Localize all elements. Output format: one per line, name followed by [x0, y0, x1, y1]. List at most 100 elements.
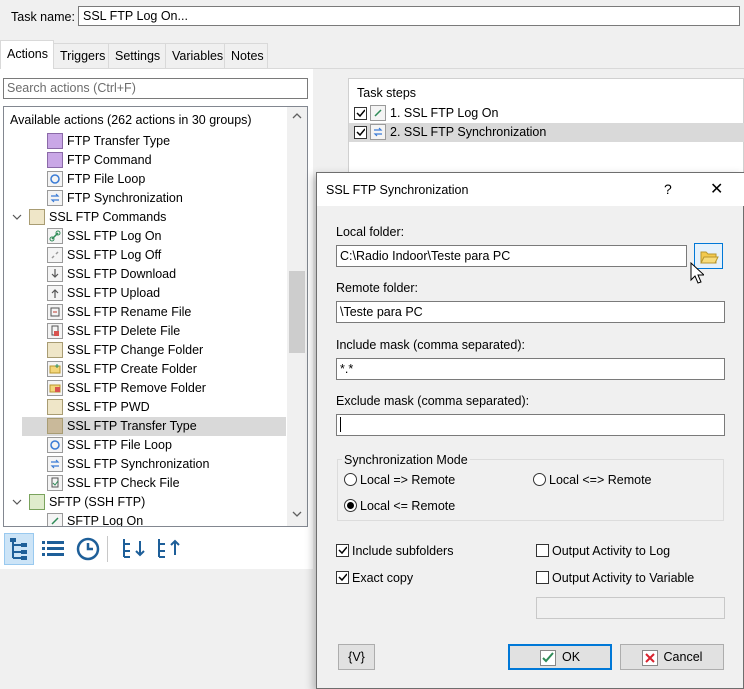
- tree-item-selected[interactable]: SSL FTP Transfer Type: [22, 417, 286, 436]
- tree-item[interactable]: SSL FTP Log Off: [4, 246, 286, 265]
- help-button[interactable]: ?: [664, 181, 672, 197]
- tree-item[interactable]: SSL FTP Rename File: [4, 303, 286, 322]
- download-icon: [47, 266, 63, 282]
- clock-icon: [76, 537, 100, 561]
- tab-triggers[interactable]: Triggers: [53, 43, 109, 68]
- output-variable-input: [536, 597, 725, 619]
- tree-view-icon: [10, 538, 27, 560]
- step-checkbox[interactable]: [354, 126, 367, 139]
- list-view-button[interactable]: [39, 533, 69, 565]
- tree-item[interactable]: SSL FTP Remove Folder: [4, 379, 286, 398]
- tab-variables[interactable]: Variables: [165, 43, 225, 68]
- tab-actions[interactable]: Actions: [0, 40, 54, 69]
- sync-icon: [47, 190, 63, 206]
- ok-label: OK: [561, 650, 581, 664]
- tree-group[interactable]: SSL FTP Commands: [4, 208, 286, 227]
- folder-green-icon: [29, 494, 45, 510]
- tree-item[interactable]: SSL FTP Check File: [4, 474, 286, 493]
- mouse-cursor-icon: [690, 261, 706, 287]
- toolbar-separator: [107, 536, 108, 562]
- cancel-x-icon: [641, 649, 658, 666]
- tree-item[interactable]: SSL FTP Delete File: [4, 322, 286, 341]
- remote-folder-label: Remote folder:: [336, 281, 418, 295]
- step-checkbox[interactable]: [354, 107, 367, 120]
- text-caret: [340, 417, 341, 432]
- output-log-checkbox[interactable]: [536, 544, 549, 557]
- scroll-up-icon[interactable]: [289, 112, 305, 126]
- tree-item[interactable]: SSL FTP Upload: [4, 284, 286, 303]
- chevron-down-icon[interactable]: [12, 212, 22, 222]
- purple-action-icon: [47, 133, 63, 149]
- task-step[interactable]: 1. SSL FTP Log On: [349, 104, 744, 123]
- folder-icon: [29, 209, 45, 225]
- sort-up-icon: [158, 539, 180, 558]
- tree-item[interactable]: SSL FTP Create Folder: [4, 360, 286, 379]
- radio-local-to-remote[interactable]: [344, 473, 357, 486]
- delete-file-icon: [47, 323, 63, 339]
- unlink-icon: [47, 247, 63, 263]
- tree-item[interactable]: FTP File Loop: [4, 170, 286, 189]
- tree-view-button[interactable]: [4, 533, 34, 565]
- include-subfolders-checkbox[interactable]: [336, 544, 349, 557]
- chevron-down-icon[interactable]: [12, 497, 22, 507]
- insert-variable-button[interactable]: {V}: [338, 644, 375, 670]
- include-mask-input[interactable]: *.*: [336, 358, 725, 380]
- upload-icon: [47, 285, 63, 301]
- actions-tree-header: Available actions (262 actions in 30 gro…: [10, 113, 252, 127]
- local-folder-label: Local folder:: [336, 225, 405, 239]
- exact-copy-label: Exact copy: [352, 571, 414, 585]
- tab-settings[interactable]: Settings: [108, 43, 166, 68]
- tree-item[interactable]: SSL FTP PWD: [4, 398, 286, 417]
- task-name-input[interactable]: SSL FTP Log On...: [78, 6, 740, 26]
- sort-down-icon: [123, 539, 145, 558]
- tree-item[interactable]: FTP Synchronization: [4, 189, 286, 208]
- tree-item[interactable]: SSL FTP Synchronization: [4, 455, 286, 474]
- tree-item[interactable]: SSL FTP Log On: [4, 227, 286, 246]
- recent-button[interactable]: [73, 533, 103, 565]
- check-file-icon: [47, 475, 63, 491]
- exclude-mask-input[interactable]: [336, 414, 725, 436]
- local-folder-input[interactable]: C:\Radio Indoor\Teste para PC: [336, 245, 687, 267]
- link-icon: [370, 105, 386, 121]
- tree-item[interactable]: SSL FTP File Loop: [4, 436, 286, 455]
- output-log-label: Output Activity to Log: [552, 544, 671, 558]
- tree-item[interactable]: FTP Transfer Type: [4, 132, 286, 151]
- local-to-remote-label: Local => Remote: [360, 473, 456, 487]
- include-subfolders-label: Include subfolders: [352, 544, 454, 558]
- dialog-title: SSL FTP Synchronization: [326, 183, 469, 197]
- sync-icon: [370, 124, 386, 140]
- tree-group[interactable]: SFTP (SSH FTP): [4, 493, 286, 512]
- remote-folder-input[interactable]: \Teste para PC: [336, 301, 725, 323]
- close-button[interactable]: ✕: [710, 179, 723, 199]
- scrollbar-thumb[interactable]: [289, 271, 305, 353]
- sync-icon: [47, 456, 63, 472]
- loop-icon: [47, 171, 63, 187]
- sort-up-button[interactable]: [153, 533, 183, 565]
- loop-icon: [47, 437, 63, 453]
- scroll-down-icon[interactable]: [289, 510, 305, 524]
- task-steps-header: Task steps: [357, 86, 417, 100]
- tree-item[interactable]: SSL FTP Download: [4, 265, 286, 284]
- radio-remote-to-local[interactable]: [344, 499, 357, 512]
- include-mask-label: Include mask (comma separated):: [336, 338, 525, 352]
- radio-local-both-remote[interactable]: [533, 473, 546, 486]
- task-name-label: Task name:: [11, 10, 75, 24]
- exclude-mask-label: Exclude mask (comma separated):: [336, 394, 530, 408]
- ok-button[interactable]: OK: [508, 644, 612, 670]
- search-actions-input[interactable]: Search actions (Ctrl+F): [3, 78, 308, 99]
- tree-item[interactable]: SSL FTP Change Folder: [4, 341, 286, 360]
- cancel-button[interactable]: Cancel: [620, 644, 724, 670]
- exact-copy-checkbox[interactable]: [336, 571, 349, 584]
- output-var-label: Output Activity to Variable: [552, 571, 695, 585]
- task-step-selected[interactable]: 2. SSL FTP Synchronization: [349, 123, 744, 142]
- pwd-icon: [47, 399, 63, 415]
- tree-item[interactable]: FTP Command: [4, 151, 286, 170]
- rename-icon: [47, 304, 63, 320]
- tab-notes[interactable]: Notes: [224, 43, 268, 68]
- link-icon: [47, 513, 63, 526]
- output-var-checkbox[interactable]: [536, 571, 549, 584]
- tree-item[interactable]: SFTP Log On: [4, 512, 286, 526]
- check-icon: [539, 649, 556, 666]
- sort-down-button[interactable]: [118, 533, 148, 565]
- remote-to-local-label: Local <= Remote: [360, 499, 456, 513]
